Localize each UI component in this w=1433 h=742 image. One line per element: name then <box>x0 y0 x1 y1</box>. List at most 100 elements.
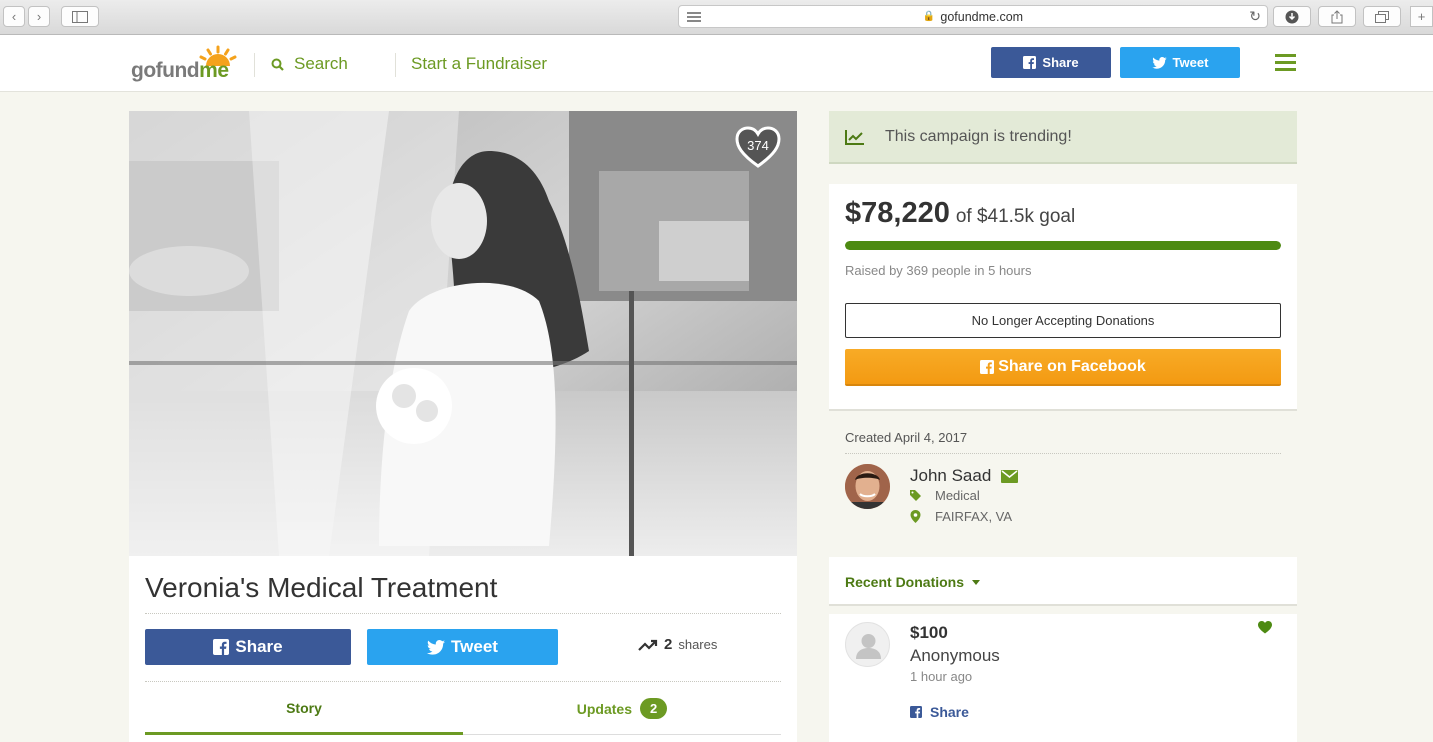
organizer-photo <box>845 464 890 509</box>
chevron-right-icon: › <box>36 9 42 24</box>
header-tweet-button[interactable]: Tweet <box>1120 47 1240 78</box>
share-on-facebook-label: Share on Facebook <box>998 357 1146 375</box>
recent-donations-header[interactable]: Recent Donations <box>829 557 1297 606</box>
gofundme-logo[interactable]: gofundme <box>130 45 240 82</box>
heart-count: 374 <box>747 138 769 153</box>
donation-amount: $100 <box>910 623 948 642</box>
heart-icon[interactable] <box>1258 621 1272 634</box>
raised-summary: $78,220 of $41.5k goal <box>845 197 1075 230</box>
chart-trending-icon <box>845 129 864 145</box>
user-placeholder-icon <box>856 634 881 659</box>
trending-text: This campaign is trending! <box>885 127 1072 145</box>
tab-story[interactable]: Story <box>145 700 463 716</box>
header-share-label: Share <box>1042 55 1079 70</box>
organizer-name[interactable]: John Saad <box>910 466 991 486</box>
campaign-title: Veronia's Medical Treatment <box>145 572 498 603</box>
location-label: FAIRFAX, VA <box>935 509 1013 524</box>
recent-donations-label: Recent Donations <box>845 574 965 590</box>
tabs-icon <box>1375 10 1389 23</box>
facebook-icon <box>910 706 922 718</box>
chevron-left-icon: ‹ <box>11 9 17 24</box>
start-fundraiser-link[interactable]: Start a Fundraiser <box>411 54 547 74</box>
heart-badge[interactable]: 374 <box>735 126 781 168</box>
category-label[interactable]: Medical <box>935 488 980 503</box>
raised-amount: $78,220 <box>845 197 950 229</box>
new-tab-button[interactable]: + <box>1410 6 1433 27</box>
url-text: gofundme.com <box>940 9 1024 24</box>
campaign-photo <box>129 111 797 556</box>
sidebar-icon <box>72 10 88 23</box>
caret-down-icon <box>972 579 981 585</box>
downloads-button[interactable] <box>1273 6 1311 27</box>
facebook-icon <box>1023 56 1037 69</box>
donor-avatar <box>845 622 890 667</box>
facebook-icon <box>213 639 230 655</box>
donation-share-label: Share <box>930 704 969 720</box>
tab-updates[interactable]: Updates 2 <box>463 698 781 719</box>
map-pin-icon <box>910 510 921 523</box>
shares-number: 2 <box>664 636 673 653</box>
share-icon <box>1331 9 1343 23</box>
shares-label: shares <box>678 637 718 652</box>
download-icon <box>1285 10 1299 23</box>
campaign-photo-image <box>129 111 797 556</box>
lock-icon: 🔒 <box>922 11 936 22</box>
tag-icon <box>910 490 921 501</box>
donation-item <box>829 614 1297 742</box>
tabs-button[interactable] <box>1363 6 1401 27</box>
campaign-tweet-button[interactable]: Tweet <box>367 629 558 665</box>
menu-icon[interactable] <box>1275 54 1296 71</box>
forward-button[interactable]: › <box>28 6 50 27</box>
progress-bar-fill <box>845 241 1281 250</box>
divider <box>845 453 1281 454</box>
sidebar-toggle-button[interactable] <box>61 6 99 27</box>
updates-count-badge: 2 <box>640 698 668 719</box>
logo-fund: fund <box>155 59 200 82</box>
campaign-tweet-label: Tweet <box>451 637 498 656</box>
trending-banner: This campaign is trending! <box>829 111 1297 164</box>
address-bar[interactable]: 🔒 gofundme.com ↻ <box>678 5 1268 28</box>
trending-icon <box>638 639 658 651</box>
location-row: FAIRFAX, VA <box>910 509 1012 524</box>
donation-time: 1 hour ago <box>910 669 973 684</box>
campaign-share-label: Share <box>235 637 283 656</box>
reload-icon[interactable]: ↻ <box>1249 8 1261 25</box>
header-divider <box>254 53 255 77</box>
no-longer-accepting-button[interactable]: No Longer Accepting Donations <box>845 303 1281 338</box>
browser-chrome: ‹ › 🔒 gofundme.com ↻ + <box>0 0 1433 35</box>
envelope-icon[interactable] <box>1001 469 1019 483</box>
organizer: John Saad <box>910 466 1019 486</box>
organizer-avatar[interactable] <box>845 464 890 509</box>
back-button[interactable]: ‹ <box>3 6 25 27</box>
search-label: Search <box>294 54 348 73</box>
goal-text: of $41.5k goal <box>955 206 1076 227</box>
twitter-icon <box>427 639 446 655</box>
tab-updates-label: Updates <box>576 700 632 717</box>
site-header: gofundme Search Start a Fundraiser Share… <box>0 35 1433 92</box>
plus-icon: + <box>1417 9 1426 24</box>
tab-divider <box>463 734 781 735</box>
search-link[interactable]: Search <box>271 54 348 74</box>
tab-active-indicator <box>145 732 463 735</box>
donation-share-link[interactable]: Share <box>910 704 969 720</box>
category-row: Medical <box>910 488 980 503</box>
donor-name: Anonymous <box>910 646 1000 665</box>
progress-bar <box>845 241 1281 250</box>
header-divider <box>395 53 396 77</box>
created-date: Created April 4, 2017 <box>845 430 968 445</box>
logo-go: go <box>131 59 156 82</box>
shares-count: 2 shares <box>638 636 717 653</box>
search-icon <box>271 58 284 71</box>
divider <box>145 613 781 614</box>
share-on-facebook-button[interactable]: Share on Facebook <box>845 349 1281 386</box>
share-sheet-button[interactable] <box>1318 6 1356 27</box>
divider <box>145 681 781 682</box>
campaign-share-button[interactable]: Share <box>145 629 351 665</box>
twitter-icon <box>1151 56 1167 69</box>
header-tweet-label: Tweet <box>1172 55 1209 70</box>
facebook-icon <box>980 359 995 374</box>
header-share-button[interactable]: Share <box>991 47 1111 78</box>
logo-me: me <box>199 59 229 82</box>
reader-icon[interactable] <box>687 12 701 22</box>
raised-by-text: Raised by 369 people in 5 hours <box>845 263 1032 278</box>
